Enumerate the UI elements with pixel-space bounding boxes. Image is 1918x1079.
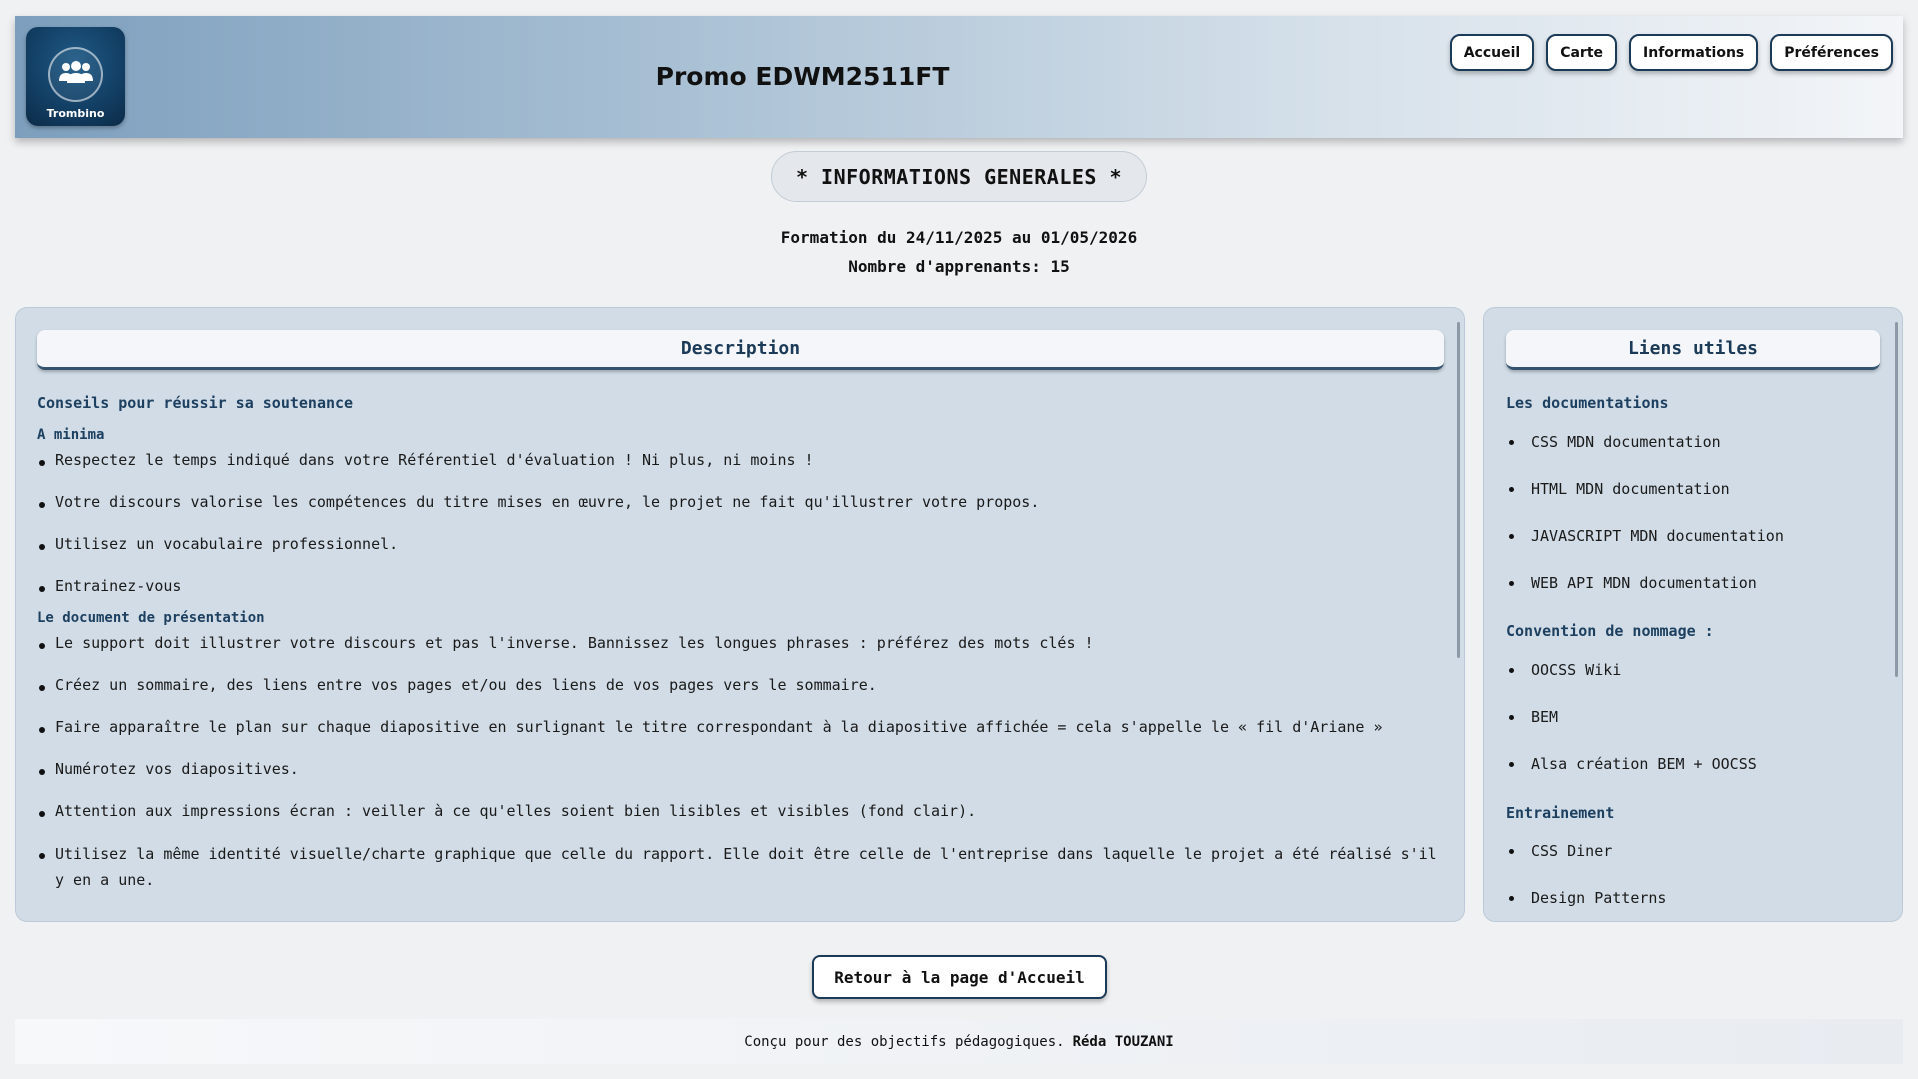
footer: Conçu pour des objectifs pédagogiques. R… bbox=[15, 1019, 1903, 1064]
link-alsa-creation[interactable]: Alsa création BEM + OOCSS bbox=[1506, 754, 1880, 774]
list-item: Numérotez vos diapositives. bbox=[37, 756, 1444, 783]
link-css-diner[interactable]: CSS Diner bbox=[1506, 841, 1880, 861]
list-item: Respectez le temps indiqué dans votre Ré… bbox=[37, 447, 1444, 474]
link-design-patterns[interactable]: Design Patterns bbox=[1506, 888, 1880, 908]
learner-count: Nombre d'apprenants: 15 bbox=[848, 257, 1070, 276]
footer-author: Réda TOUZANI bbox=[1072, 1033, 1174, 1050]
list-item: Utilisez un vocabulaire professionnel. bbox=[37, 531, 1444, 558]
page-title: Promo EDWM2511FT bbox=[655, 62, 950, 91]
description-header: Description bbox=[37, 330, 1444, 370]
link-bem[interactable]: BEM bbox=[1506, 707, 1880, 727]
links-panel[interactable]: Liens utiles Les documentations CSS MDN … bbox=[1483, 307, 1903, 922]
back-home-button[interactable]: Retour à la page d'Accueil bbox=[812, 955, 1107, 999]
link-css-mdn[interactable]: CSS MDN documentation bbox=[1506, 432, 1880, 452]
links-header: Liens utiles bbox=[1506, 330, 1880, 370]
docs-title: Les documentations bbox=[1506, 394, 1669, 412]
formation-dates: Formation du 24/11/2025 au 01/05/2026 bbox=[780, 228, 1138, 247]
description-scrollbar[interactable] bbox=[1457, 322, 1460, 658]
nav-informations-button[interactable]: Informations bbox=[1629, 34, 1759, 71]
users-icon bbox=[48, 47, 103, 102]
nav-carte-button[interactable]: Carte bbox=[1546, 34, 1618, 71]
header: Trombino Promo EDWM2511FT Accueil Carte … bbox=[15, 16, 1903, 138]
training-title: Entrainement bbox=[1506, 804, 1615, 822]
description-subtitle: Conseils pour réussir sa soutenance bbox=[37, 394, 354, 412]
list-item: Utilisez la même identité visuelle/chart… bbox=[37, 840, 1444, 893]
app-logo[interactable]: Trombino bbox=[26, 27, 125, 126]
list-item: Votre discours valorise les compétences … bbox=[37, 489, 1444, 516]
naming-title: Convention de nommage : bbox=[1506, 622, 1714, 640]
link-oocss-wiki[interactable]: OOCSS Wiki bbox=[1506, 660, 1880, 680]
list-item: Créez un sommaire, des liens entre vos p… bbox=[37, 672, 1444, 699]
nav-preferences-button[interactable]: Préférences bbox=[1770, 34, 1893, 71]
link-html-mdn[interactable]: HTML MDN documentation bbox=[1506, 479, 1880, 499]
logo-text: Trombino bbox=[46, 107, 105, 120]
description-panel[interactable]: Description Conseils pour réussir sa sou… bbox=[15, 307, 1465, 922]
section-title: * INFORMATIONS GENERALES * bbox=[771, 151, 1147, 202]
links-scrollbar[interactable] bbox=[1895, 322, 1898, 677]
list-item: Attention aux impressions écran : veille… bbox=[37, 798, 1444, 825]
link-javascript-mdn[interactable]: JAVASCRIPT MDN documentation bbox=[1506, 526, 1880, 546]
group-title-document: Le document de présentation bbox=[37, 610, 265, 626]
list-item: Entrainez-vous bbox=[37, 573, 1444, 600]
group-title-minima: A minima bbox=[37, 427, 105, 443]
nav-accueil-button[interactable]: Accueil bbox=[1449, 34, 1535, 71]
link-web-api-mdn[interactable]: WEB API MDN documentation bbox=[1506, 573, 1880, 593]
list-item: Le support doit illustrer votre discours… bbox=[37, 630, 1444, 657]
main-nav: Accueil Carte Informations Préférences bbox=[1449, 34, 1893, 71]
list-item: Faire apparaître le plan sur chaque diap… bbox=[37, 714, 1444, 741]
footer-text: Conçu pour des objectifs pédagogiques. bbox=[744, 1033, 1065, 1050]
